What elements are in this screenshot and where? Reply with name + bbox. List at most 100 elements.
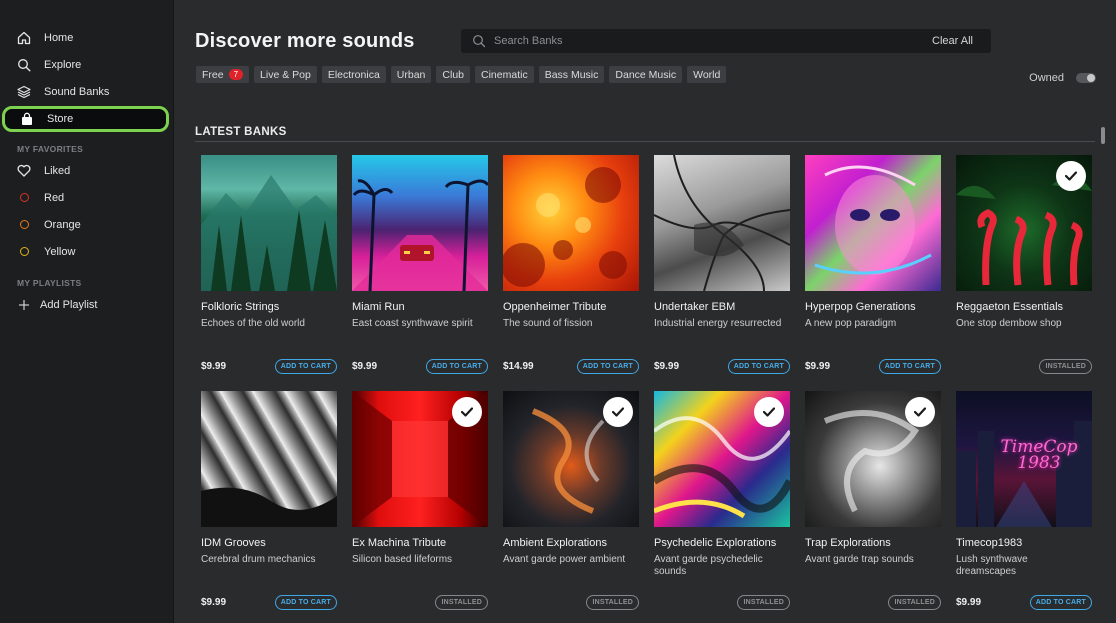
add-to-cart-button[interactable]: ADD TO CART (878, 359, 941, 374)
favorite-label: Yellow (44, 245, 76, 258)
bank-card[interactable]: Hyperpop Generations A new pop paradigm … (805, 155, 941, 391)
add-to-cart-button[interactable]: ADD TO CART (727, 359, 790, 374)
filter-chip-club[interactable]: Club (436, 66, 471, 83)
bank-artwork[interactable] (503, 391, 639, 527)
filter-chip-electronica[interactable]: Electronica (321, 66, 386, 83)
bank-grid: Folkloric Strings Echoes of the old worl… (201, 155, 1092, 623)
yellow-dot-icon (16, 244, 32, 260)
bank-footer: $9.99 ADD TO CART (654, 359, 790, 374)
bank-card[interactable]: Reggaeton Essentials One stop dembow sho… (956, 155, 1092, 391)
bank-name: Psychedelic Explorations (654, 537, 777, 549)
owned-filter: Owned (1029, 72, 1096, 84)
installed-check-icon (1056, 161, 1086, 191)
bank-card[interactable]: Ambient Explorations Avant garde power a… (503, 391, 639, 623)
bank-card[interactable]: Ex Machina Tribute Silicon based lifefor… (352, 391, 488, 623)
bank-description: Lush synthwave dreamscapes (956, 554, 1028, 577)
filter-chip-live-pop[interactable]: Live & Pop (254, 66, 317, 83)
bank-name: Undertaker EBM (654, 301, 736, 313)
bank-artwork[interactable] (352, 155, 488, 291)
installed-badge: INSTALLED (737, 595, 790, 610)
filter-chip-free[interactable]: Free 7 (196, 66, 250, 83)
favorite-item-yellow[interactable]: Yellow (0, 238, 173, 265)
bank-price: $9.99 (201, 361, 227, 372)
search-bar[interactable]: Search Banks Clear All (461, 29, 991, 53)
favorite-item-orange[interactable]: Orange (0, 211, 173, 238)
installed-check-icon (905, 397, 935, 427)
bank-footer: INSTALLED (503, 595, 639, 610)
filter-chip-cinematic[interactable]: Cinematic (475, 66, 534, 83)
add-to-cart-button[interactable]: ADD TO CART (576, 359, 639, 374)
home-icon (16, 30, 32, 46)
add-to-cart-button[interactable]: ADD TO CART (1029, 595, 1092, 610)
bank-name: Ambient Explorations (503, 537, 607, 549)
owned-toggle[interactable] (1076, 73, 1096, 83)
nav-label: Store (47, 113, 74, 125)
bank-price: $14.99 (503, 361, 534, 372)
bank-artwork[interactable] (201, 155, 337, 291)
bank-card[interactable]: Folkloric Strings Echoes of the old worl… (201, 155, 337, 391)
chip-label: World (693, 68, 721, 81)
section-divider (195, 141, 1095, 142)
bank-footer: $9.99 ADD TO CART (805, 359, 941, 374)
bank-card[interactable]: TimeCop 1983 Timecop1983 Lush synthwave … (956, 391, 1092, 623)
clear-all-button[interactable]: Clear All (932, 35, 973, 47)
scrollbar-thumb[interactable] (1101, 127, 1105, 144)
bank-price: $9.99 (956, 597, 982, 608)
bank-artwork[interactable] (805, 391, 941, 527)
bank-card[interactable]: Psychedelic Explorations Avant garde psy… (654, 391, 790, 623)
favorite-label: Red (44, 191, 65, 204)
add-playlist-button[interactable]: Add Playlist (0, 291, 173, 318)
bank-description: Cerebral drum mechanics (201, 554, 316, 565)
installed-badge: INSTALLED (435, 595, 488, 610)
favorite-item-liked[interactable]: Liked (0, 157, 173, 184)
bank-artwork[interactable] (654, 391, 790, 527)
bank-description: Silicon based lifeforms (352, 554, 453, 565)
section-title: LATEST BANKS (195, 126, 287, 138)
bank-card[interactable]: Trap Explorations Avant garde trap sound… (805, 391, 941, 623)
page-title: Discover more sounds (195, 30, 415, 52)
favorite-item-red[interactable]: Red (0, 184, 173, 211)
bank-artwork[interactable] (352, 391, 488, 527)
bank-artwork[interactable]: TimeCop 1983 (956, 391, 1092, 527)
filter-chip-bass-music[interactable]: Bass Music (538, 66, 605, 83)
bank-artwork[interactable] (201, 391, 337, 527)
bank-price: $9.99 (201, 597, 227, 608)
chip-label: Live & Pop (260, 68, 311, 81)
bank-description: Echoes of the old world (201, 318, 305, 329)
shopping-bag-icon (19, 111, 35, 127)
nav-item-store[interactable]: Store (2, 106, 169, 132)
nav-label: Sound Banks (44, 85, 110, 98)
nav-item-sound-banks[interactable]: Sound Banks (0, 78, 173, 105)
chip-label: Club (442, 68, 465, 81)
bank-artwork[interactable] (805, 155, 941, 291)
color-dot (19, 247, 29, 256)
add-to-cart-button[interactable]: ADD TO CART (425, 359, 488, 374)
installed-badge: INSTALLED (586, 595, 639, 610)
filter-chip-world[interactable]: World (687, 66, 727, 83)
add-to-cart-button[interactable]: ADD TO CART (274, 595, 337, 610)
bank-artwork[interactable] (956, 155, 1092, 291)
installed-check-icon (603, 397, 633, 427)
bank-artwork[interactable] (503, 155, 639, 291)
bank-name: Trap Explorations (805, 537, 891, 549)
filter-chip-dance-music[interactable]: Dance Music (609, 66, 683, 83)
bank-name: Folkloric Strings (201, 301, 280, 313)
filter-chip-urban[interactable]: Urban (390, 66, 432, 83)
color-dot (19, 193, 29, 202)
chip-label: Free (202, 68, 224, 81)
bank-card[interactable]: Miami Run East coast synthwave spirit $9… (352, 155, 488, 391)
bank-description: One stop dembow shop (956, 318, 1062, 329)
search-input[interactable]: Search Banks (494, 35, 932, 47)
bank-card[interactable]: Oppenheimer Tribute The sound of fission… (503, 155, 639, 391)
bank-card[interactable]: Undertaker EBM Industrial energy resurre… (654, 155, 790, 391)
add-to-cart-button[interactable]: ADD TO CART (274, 359, 337, 374)
chip-label: Bass Music (544, 68, 599, 81)
bank-description: Industrial energy resurrected (654, 318, 782, 329)
nav-item-explore[interactable]: Explore (0, 51, 173, 78)
nav-item-home[interactable]: Home (0, 24, 173, 51)
installed-badge: INSTALLED (888, 595, 941, 610)
add-playlist-label: Add Playlist (40, 298, 98, 311)
bank-card[interactable]: IDM Grooves Cerebral drum mechanics $9.9… (201, 391, 337, 623)
bank-price: $9.99 (352, 361, 378, 372)
bank-artwork[interactable] (654, 155, 790, 291)
